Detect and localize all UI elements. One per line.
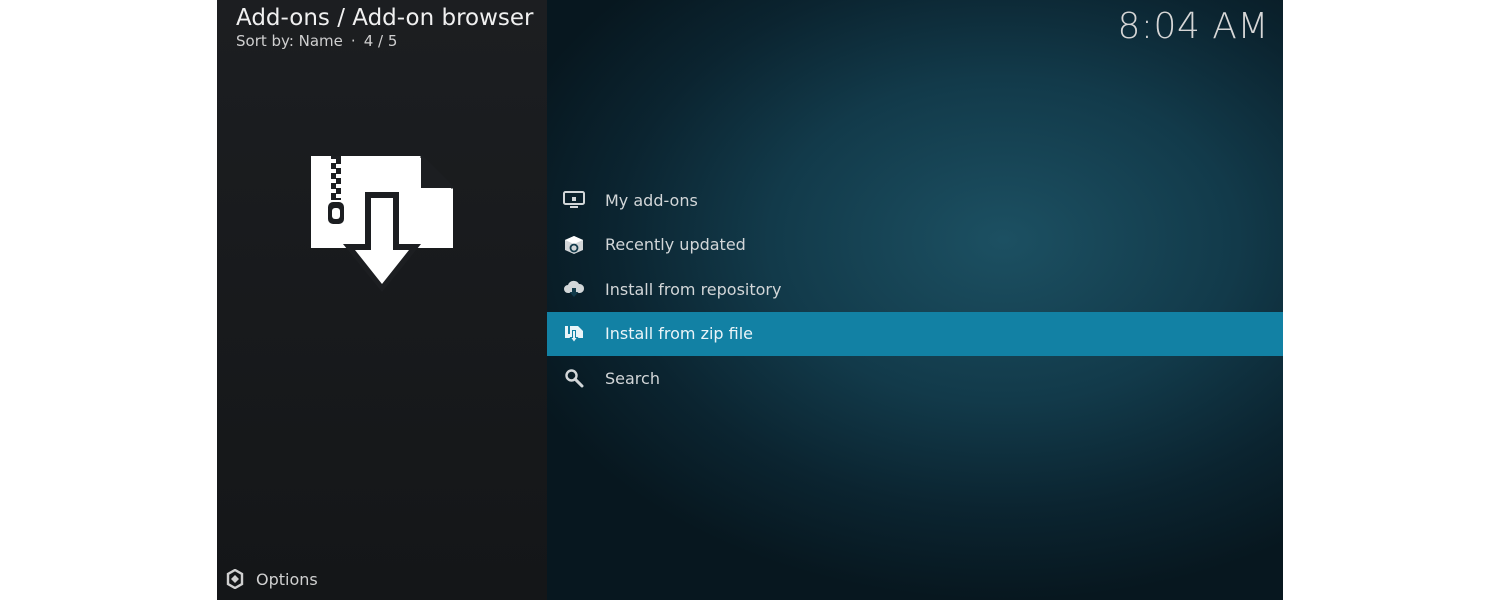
header: Add-ons / Add-on browser Sort by: Name · 4… [236,4,534,50]
search-icon [563,367,585,389]
zip-download-icon [309,152,455,294]
menu-item-my-addons[interactable]: My add-ons [547,178,1283,223]
sort-label[interactable]: Sort by: Name [236,32,343,50]
clock: 8:04 AM [1117,6,1269,47]
info-panel [217,0,547,600]
menu-item-search[interactable]: Search [547,356,1283,401]
options-label: Options [256,569,318,589]
options-icon [225,568,245,590]
zip-file-icon [563,323,585,345]
page-title: Add-ons / Add-on browser [236,5,534,31]
menu-item-label: Recently updated [605,235,746,255]
menu-item-label: My add-ons [605,190,698,210]
options-button[interactable]: Options [225,566,318,592]
menu-item-install-from-repository[interactable]: Install from repository [547,267,1283,312]
sort-info: Sort by: Name · 4 / 5 [236,32,534,50]
box-refresh-icon [563,234,585,256]
addon-menu: My add-ons Recently updated Install from… [547,178,1283,401]
monitor-icon [563,189,585,211]
item-position: 4 / 5 [363,32,398,50]
menu-item-recently-updated[interactable]: Recently updated [547,223,1283,268]
menu-item-label: Install from zip file [605,324,754,344]
menu-item-install-from-zip[interactable]: Install from zip file [547,311,1283,356]
menu-item-label: Install from repository [605,279,782,299]
kodi-window: Add-ons / Add-on browser Sort by: Name · 4… [217,0,1283,600]
menu-item-label: Search [605,368,660,388]
separator: · [350,32,356,50]
cloud-download-icon [563,278,585,300]
